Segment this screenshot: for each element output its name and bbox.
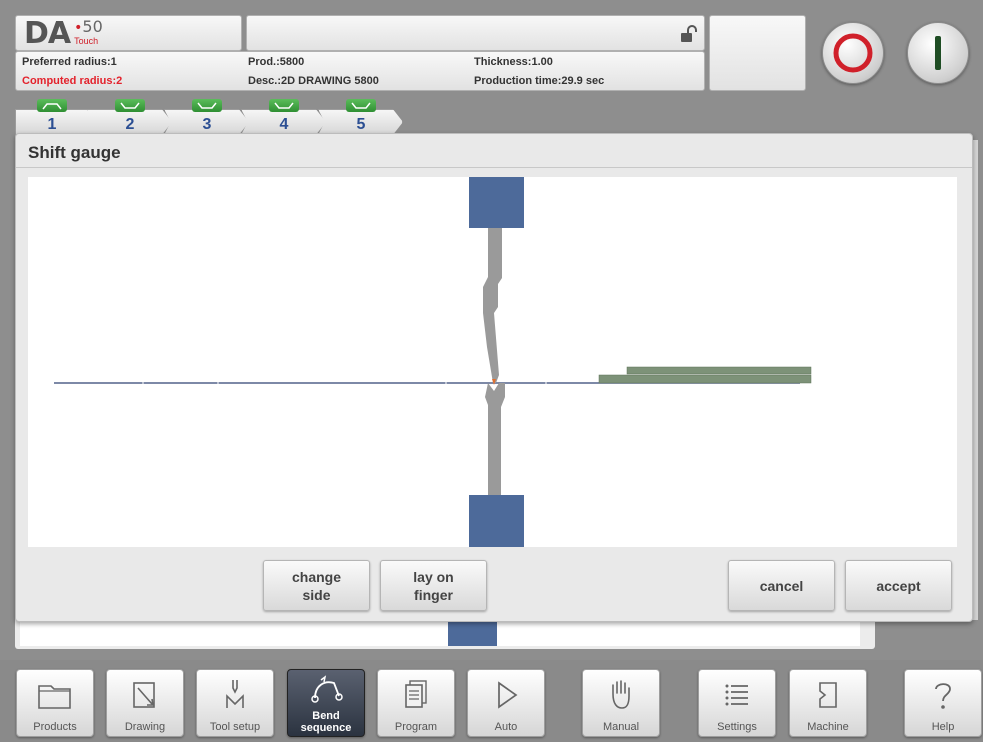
nav-label: Settings xyxy=(717,721,757,733)
nav-label: Help xyxy=(931,721,955,733)
bend-step-tabs: 1 2 3 4 5 xyxy=(15,97,405,137)
step-number: 4 xyxy=(279,116,289,133)
die xyxy=(485,383,505,495)
step-number: 2 xyxy=(125,116,135,133)
start-icon xyxy=(935,36,941,70)
nav-label: Manual xyxy=(602,721,640,733)
question-icon xyxy=(935,683,951,709)
background-canvas xyxy=(20,622,860,646)
pencil-icon xyxy=(133,682,155,708)
start-button[interactable] xyxy=(907,22,969,84)
nav-label: Machine xyxy=(807,721,849,733)
step-number: 5 xyxy=(356,116,366,133)
tool-icon xyxy=(226,680,244,708)
product-info-panel: Preferred radius:1 Computed radius:2 Pro… xyxy=(15,51,705,91)
message-bar xyxy=(246,15,705,51)
brand-logo: DA •50 Touch xyxy=(24,16,103,51)
machine-icon xyxy=(819,682,837,708)
stop-icon xyxy=(833,33,873,73)
nav-label: Drawing xyxy=(124,721,166,733)
production-time: Production time:29.9 sec xyxy=(474,75,605,87)
bend-down-icon xyxy=(192,99,222,112)
logo-box: DA •50 Touch xyxy=(15,15,242,51)
bend-down-icon xyxy=(115,99,145,112)
accept-button[interactable]: accept xyxy=(845,560,952,611)
nav-label: Program xyxy=(394,721,438,733)
background-clamp xyxy=(448,622,497,646)
folder-icon xyxy=(38,685,71,709)
nav-label: Tool setup xyxy=(209,721,261,733)
backgauge-finger-upper xyxy=(626,366,812,375)
change-side-button[interactable]: change side xyxy=(263,560,370,611)
nav-drawing[interactable]: Drawing xyxy=(106,669,184,737)
model-number: 50 xyxy=(82,17,103,36)
nav-label: Bend sequence xyxy=(300,710,352,734)
brand-name: DA xyxy=(24,16,71,51)
bend-down-icon xyxy=(269,99,299,112)
title-divider xyxy=(16,167,972,168)
bend-down-icon xyxy=(346,99,376,112)
bend-sequence-icon xyxy=(311,675,343,703)
status-box xyxy=(709,15,806,91)
edition-label: Touch xyxy=(74,36,99,46)
nav-program[interactable]: Program xyxy=(377,669,455,737)
nav-help[interactable]: Help xyxy=(904,669,982,737)
nav-label: Auto xyxy=(494,721,518,733)
cancel-button[interactable]: cancel xyxy=(728,560,835,611)
hand-icon xyxy=(612,680,630,709)
lower-tool-clamp xyxy=(469,495,524,547)
preferred-radius: Preferred radius:1 xyxy=(22,56,117,68)
nav-products[interactable]: Products xyxy=(16,669,94,737)
bend-up-icon xyxy=(37,99,67,112)
product-description: Desc.:2D DRAWING 5800 xyxy=(248,75,379,87)
nav-bend-sequence[interactable]: Bend sequence xyxy=(287,669,365,737)
nav-tool-setup[interactable]: Tool setup xyxy=(196,669,274,737)
stop-button[interactable] xyxy=(822,22,884,84)
step-number: 1 xyxy=(47,116,57,133)
product-number: Prod.:5800 xyxy=(248,56,305,68)
computed-radius: Computed radius:2 xyxy=(22,75,123,87)
step-number: 3 xyxy=(202,116,212,133)
nav-manual[interactable]: Manual xyxy=(582,669,660,737)
list-icon xyxy=(725,684,748,706)
upper-tool-clamp xyxy=(469,177,524,228)
nav-auto[interactable]: Auto xyxy=(467,669,545,737)
lay-on-finger-button[interactable]: lay on finger xyxy=(380,560,487,611)
nav-settings[interactable]: Settings xyxy=(698,669,776,737)
shift-gauge-dialog: Shift gauge change side lay on finger ca… xyxy=(15,133,973,622)
nav-machine[interactable]: Machine xyxy=(789,669,867,737)
nav-label: Products xyxy=(33,721,77,733)
thickness: Thickness:1.00 xyxy=(474,56,553,68)
unlock-icon[interactable] xyxy=(679,25,697,43)
backgauge-finger-lower xyxy=(598,374,812,384)
punch xyxy=(483,228,502,383)
bend-simulation-canvas xyxy=(28,177,957,547)
document-icon xyxy=(405,680,427,708)
play-icon xyxy=(498,681,518,709)
dialog-title: Shift gauge xyxy=(28,143,121,162)
